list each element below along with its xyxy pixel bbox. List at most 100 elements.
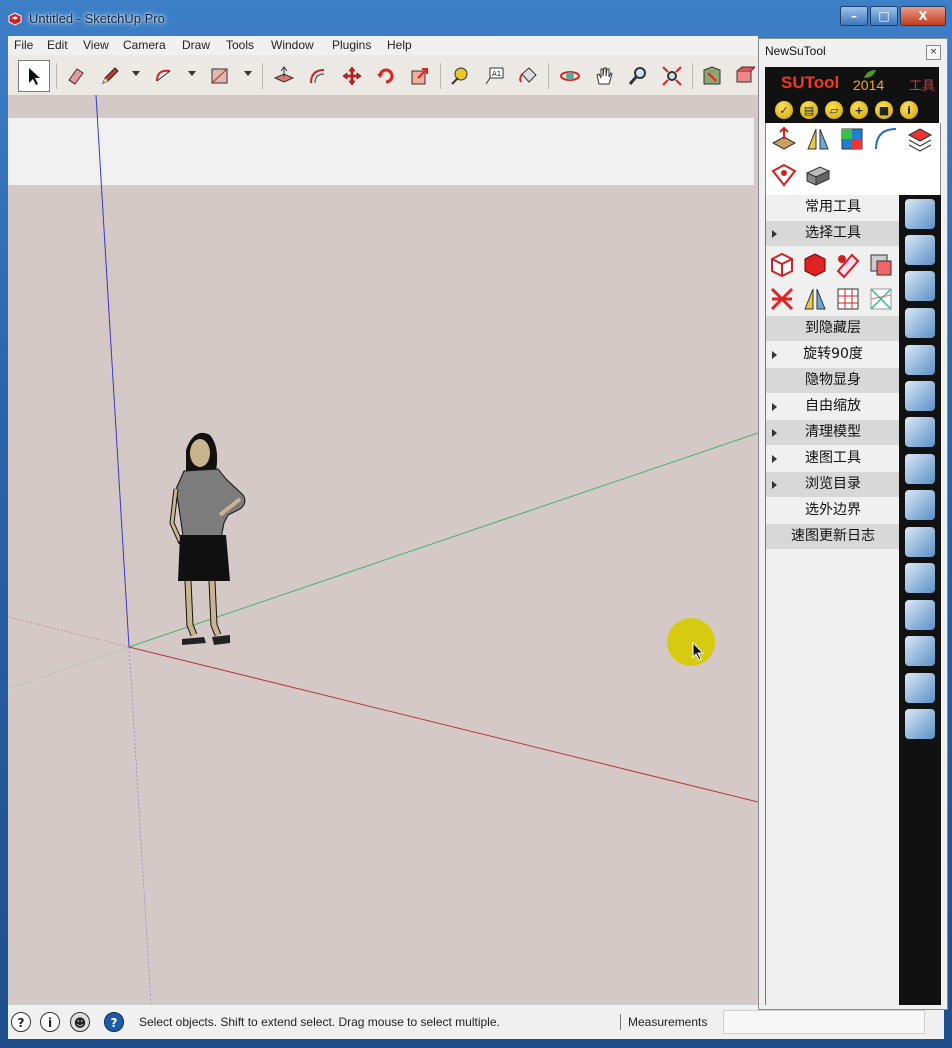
category-sphere-icon[interactable]	[905, 636, 935, 666]
info-icon[interactable]: i	[900, 101, 918, 119]
warehouse-button[interactable]	[698, 62, 726, 90]
menu-camera[interactable]: Camera	[123, 38, 166, 52]
category-axis-icon[interactable]	[905, 563, 935, 593]
category-wall-icon[interactable]	[905, 454, 935, 484]
pan-hand-icon	[596, 67, 613, 85]
extension-button[interactable]	[730, 62, 758, 90]
text-tool-button[interactable]: A1	[480, 62, 508, 90]
arc-curve-icon[interactable]	[872, 125, 900, 153]
select-faces-icon[interactable]	[834, 251, 862, 279]
menu-show-hidden[interactable]: 隐物显身	[766, 368, 900, 393]
solid-box-icon[interactable]	[801, 251, 829, 279]
panel-close-button[interactable]: ×	[926, 45, 941, 60]
menu-rotate-90[interactable]: 旋转90度	[766, 342, 900, 367]
category-cut-icon[interactable]	[905, 490, 935, 520]
menu-update-log[interactable]: 速图更新日志	[766, 524, 900, 549]
pan-tool-button[interactable]	[590, 62, 618, 90]
menu-edit[interactable]: Edit	[47, 38, 68, 52]
shapes-dropdown-caret[interactable]	[244, 71, 252, 76]
select-tool-button[interactable]	[18, 60, 50, 92]
menu-window[interactable]: Window	[271, 38, 314, 52]
menu-quick-tools[interactable]: 速图工具	[766, 446, 900, 471]
menu-draw[interactable]: Draw	[182, 38, 210, 52]
zoom-extents-tool-button[interactable]	[658, 62, 686, 90]
layers-upload-icon[interactable]	[770, 125, 798, 153]
category-building-icon[interactable]	[905, 381, 935, 411]
close-button[interactable]: X	[900, 6, 946, 26]
category-twist-icon[interactable]	[905, 527, 935, 557]
person-figure[interactable]	[169, 432, 246, 645]
sutool-tool-label: 工具	[908, 79, 935, 94]
title-bar[interactable]: Untitled - SketchUp Pro – □ X	[0, 0, 952, 34]
menu-select-tools[interactable]: 选择工具	[766, 221, 900, 246]
menu-free-scale[interactable]: 自由缩放	[766, 394, 900, 419]
select-edges-icon[interactable]	[768, 285, 796, 313]
category-roof-icon[interactable]	[905, 417, 935, 447]
menu-to-hidden-layer[interactable]: 到隐藏层	[766, 316, 900, 341]
menu-file[interactable]: File	[14, 38, 33, 52]
menu-select-outer-boundary[interactable]: 选外边界	[766, 498, 900, 523]
zoom-tool-button[interactable]	[624, 62, 652, 90]
add-icon[interactable]: +	[850, 101, 868, 119]
menu-clean-model[interactable]: 清理模型	[766, 420, 900, 445]
expand-arrow-icon	[772, 403, 777, 411]
select-group-icon[interactable]	[867, 251, 895, 279]
blue-axis	[95, 95, 130, 648]
category-gear-icon[interactable]	[905, 709, 935, 739]
scale-tool-button[interactable]	[406, 62, 434, 90]
minimize-button[interactable]: –	[840, 6, 868, 26]
save-icon[interactable]: ■	[875, 101, 893, 119]
credits-icon[interactable]: i	[40, 1012, 60, 1032]
eraser-tool-button[interactable]	[62, 62, 90, 90]
geo-location-icon[interactable]: ?	[11, 1012, 31, 1032]
user-icon[interactable]: ☻	[70, 1012, 90, 1032]
orbit-tool-button[interactable]	[556, 62, 584, 90]
arc-dropdown-caret[interactable]	[188, 71, 196, 76]
panel-title: NewSuTool	[765, 44, 826, 58]
offset-tool-button[interactable]	[304, 62, 332, 90]
menu-view[interactable]: View	[83, 38, 109, 52]
select-grid-icon[interactable]	[834, 285, 862, 313]
rotate-icon	[377, 68, 394, 84]
category-box-icon[interactable]	[905, 308, 935, 338]
rotate-tool-button[interactable]	[372, 62, 400, 90]
paint-bucket-tool-button[interactable]	[514, 62, 542, 90]
menu-browse-catalog[interactable]: 浏览目录	[766, 472, 900, 497]
pencil-dropdown-caret[interactable]	[132, 71, 140, 76]
category-shape-icon[interactable]	[905, 271, 935, 301]
select-lines-icon[interactable]	[867, 285, 895, 313]
stack-layers-icon[interactable]	[906, 125, 934, 153]
check-icon[interactable]: ✓	[775, 101, 793, 119]
category-slab-icon[interactable]	[905, 345, 935, 375]
measurements-input[interactable]	[723, 1010, 925, 1034]
maximize-button[interactable]: □	[870, 6, 898, 26]
wire-box-icon[interactable]	[768, 251, 796, 279]
pencil-icon	[102, 67, 119, 84]
help-icon[interactable]: ?	[104, 1012, 124, 1032]
texture-icon[interactable]	[838, 125, 866, 153]
arc-tool-button[interactable]	[150, 62, 178, 90]
push-pull-tool-button[interactable]	[270, 62, 298, 90]
paint-tag-icon[interactable]	[770, 161, 798, 189]
eraser-icon	[68, 68, 84, 85]
menu-tools[interactable]: Tools	[226, 38, 254, 52]
trash-icon[interactable]: ▱	[825, 101, 843, 119]
menu-plugins[interactable]: Plugins	[332, 38, 371, 52]
tape-measure-tool-button[interactable]	[446, 62, 474, 90]
mirror-select-icon[interactable]	[801, 285, 829, 313]
shapes-tool-button[interactable]	[206, 62, 234, 90]
category-spline-icon[interactable]	[905, 235, 935, 265]
move-tool-button[interactable]	[338, 62, 366, 90]
clipboard-icon[interactable]: ▤	[800, 101, 818, 119]
extension-icon	[736, 66, 755, 83]
model-viewport[interactable]	[8, 95, 758, 1004]
menu-common-tools[interactable]: 常用工具	[766, 195, 900, 220]
leaf-icon	[864, 70, 876, 78]
category-dome-icon[interactable]	[905, 673, 935, 703]
component-box-icon[interactable]	[804, 161, 832, 189]
category-align-icon[interactable]	[905, 600, 935, 630]
category-curve-icon[interactable]	[905, 199, 935, 229]
pencil-tool-button[interactable]	[96, 62, 124, 90]
mirror-icon[interactable]	[804, 125, 832, 153]
menu-help[interactable]: Help	[387, 38, 412, 52]
